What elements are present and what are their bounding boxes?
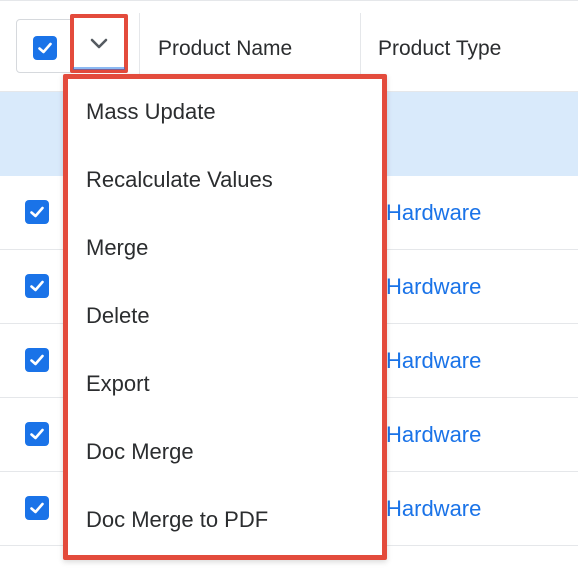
column-header-product-name[interactable]: Product Name — [158, 37, 292, 61]
product-type-link[interactable]: Hardware — [386, 496, 481, 522]
menu-item-merge[interactable]: Merge — [86, 235, 148, 261]
row-checkbox[interactable] — [25, 348, 49, 372]
checkmark-icon — [30, 502, 44, 514]
row-checkbox[interactable] — [25, 496, 49, 520]
product-type-link[interactable]: Hardware — [386, 348, 481, 374]
menu-item-doc-merge[interactable]: Doc Merge — [86, 439, 194, 465]
menu-item-export[interactable]: Export — [86, 371, 150, 397]
checkmark-icon — [30, 280, 44, 292]
menu-item-mass-update[interactable]: Mass Update — [86, 99, 216, 125]
checkmark-icon — [30, 354, 44, 366]
menu-item-delete[interactable]: Delete — [86, 303, 150, 329]
mass-actions-menu: Mass Update Recalculate Values Merge Del… — [63, 74, 387, 560]
menu-item-recalculate-values[interactable]: Recalculate Values — [86, 167, 273, 193]
product-type-link[interactable]: Hardware — [386, 422, 481, 448]
checkmark-icon — [30, 206, 44, 218]
actions-dropdown-toggle[interactable] — [70, 14, 128, 73]
product-type-link[interactable]: Hardware — [386, 274, 481, 300]
checkmark-icon — [38, 42, 52, 54]
chevron-down-icon — [90, 38, 108, 48]
row-checkbox[interactable] — [25, 274, 49, 298]
row-checkbox[interactable] — [25, 422, 49, 446]
checkmark-icon — [30, 428, 44, 440]
menu-item-doc-merge-to-pdf[interactable]: Doc Merge to PDF — [86, 507, 268, 533]
list-view: Product Name Product Type Hardware Hardw… — [0, 0, 578, 568]
product-type-link[interactable]: Hardware — [386, 200, 481, 226]
row-checkbox[interactable] — [25, 200, 49, 224]
select-all-checkbox[interactable] — [33, 36, 57, 60]
column-header-product-type[interactable]: Product Type — [378, 37, 501, 61]
